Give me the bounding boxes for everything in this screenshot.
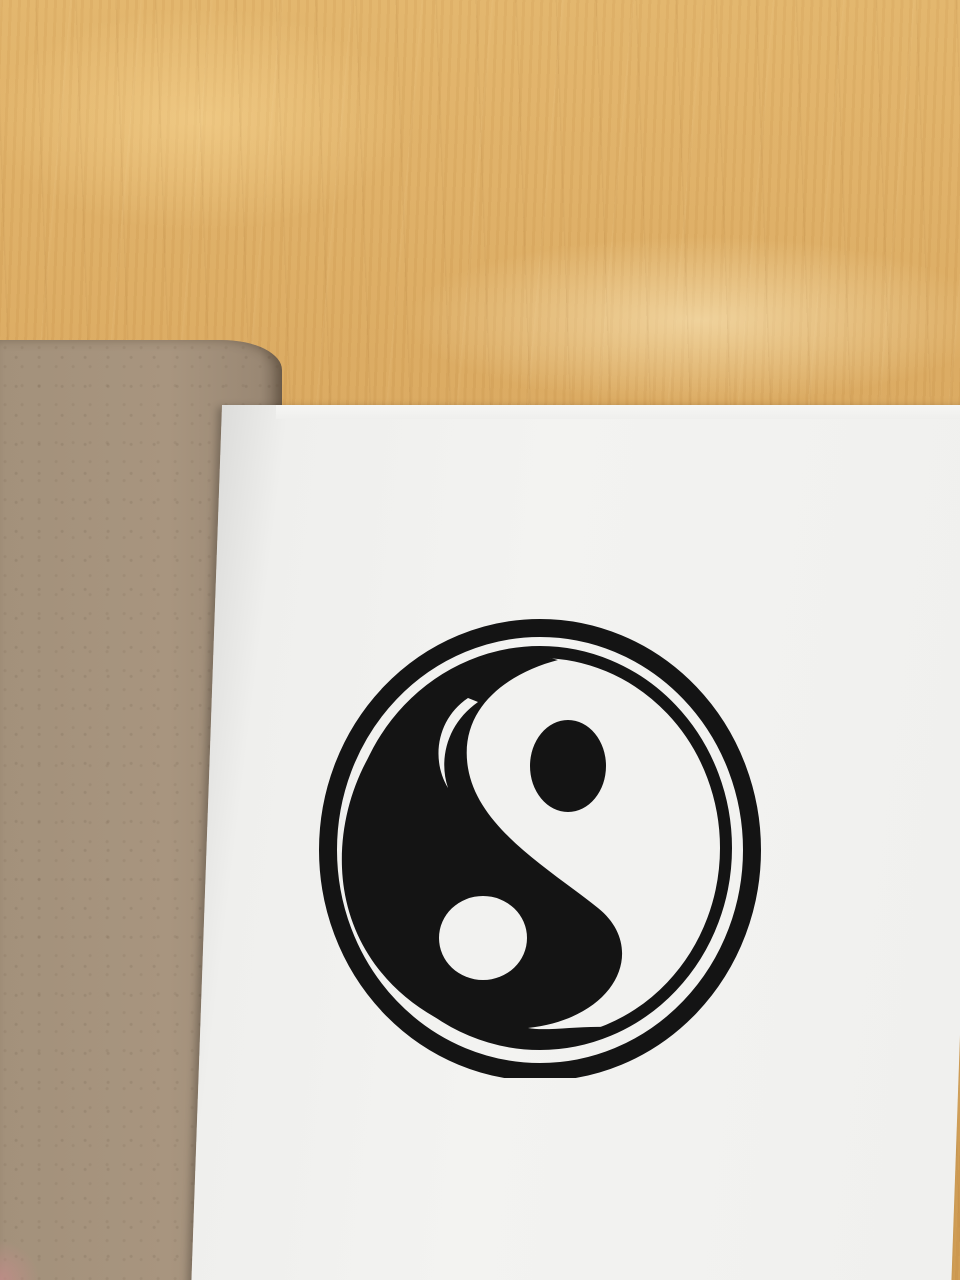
yin-eye [439,896,527,980]
white-page-top-edge [276,405,960,419]
yang-eye [530,720,606,812]
yin-yang-icon [319,619,761,1078]
photo-scene [0,0,960,1280]
finger-edge [0,1240,40,1280]
